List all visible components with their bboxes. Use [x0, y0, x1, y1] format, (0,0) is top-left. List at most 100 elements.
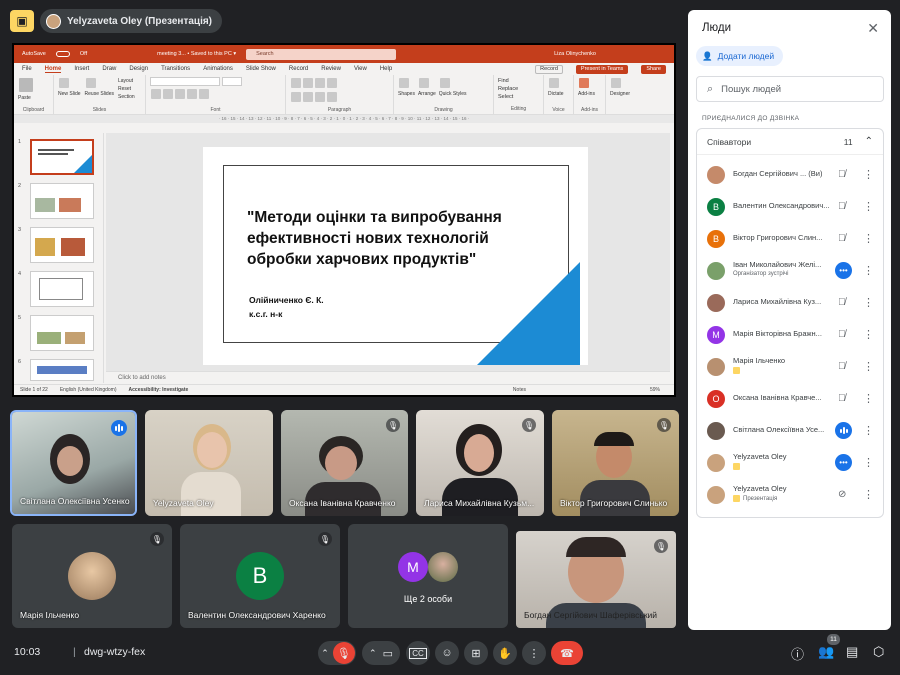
- leave-call-button[interactable]: ☎: [551, 641, 583, 665]
- designer-icon[interactable]: [611, 78, 621, 88]
- menu-view[interactable]: View: [354, 66, 367, 72]
- mic-off-icon[interactable]: 🎙̸: [838, 393, 846, 404]
- more-vert-icon[interactable]: ⋮: [863, 232, 874, 245]
- slide-thumbnail-5[interactable]: [30, 315, 94, 351]
- participant-tile[interactable]: Yelyzaveta Oley: [145, 410, 273, 516]
- mic-off-icon[interactable]: 🎙̸: [838, 201, 846, 212]
- share-button[interactable]: Share: [641, 64, 666, 74]
- participant-row[interactable]: В Віктор Григорович Слин... 🎙̸ ⋮: [697, 223, 883, 255]
- reset-button[interactable]: Reset: [118, 85, 135, 93]
- menu-record[interactable]: Record: [289, 66, 308, 72]
- font-color-icon[interactable]: [199, 89, 209, 99]
- more-vert-icon[interactable]: ⋮: [863, 392, 874, 405]
- mic-control[interactable]: ⌃ 🎙: [318, 641, 356, 665]
- layout-button[interactable]: Layout: [118, 77, 135, 85]
- menu-file[interactable]: File: [22, 66, 32, 72]
- presentation-off-icon[interactable]: ⊘: [838, 489, 846, 500]
- arrange-icon[interactable]: [418, 78, 429, 88]
- menu-insert[interactable]: Insert: [74, 66, 89, 72]
- zoom-level[interactable]: 59%: [650, 387, 660, 393]
- raise-hand-button[interactable]: ✋: [493, 641, 517, 665]
- strike-icon[interactable]: [187, 89, 197, 99]
- ppt-search-box[interactable]: Search: [246, 48, 397, 60]
- more-vert-icon[interactable]: ⋮: [863, 328, 874, 341]
- numbering-icon[interactable]: [303, 78, 313, 88]
- participant-row[interactable]: Іван Миколайович Желі... Організатор зус…: [697, 255, 883, 287]
- chevron-up-icon[interactable]: ⌃: [369, 648, 377, 659]
- align-left-icon[interactable]: [291, 92, 301, 102]
- mic-off-icon[interactable]: 🎙̸: [838, 361, 846, 372]
- select-button[interactable]: Select: [498, 93, 539, 101]
- font-name-field[interactable]: [150, 77, 220, 86]
- underline-icon[interactable]: [175, 89, 185, 99]
- menu-slide-show[interactable]: Slide Show: [246, 66, 276, 72]
- menu-design[interactable]: Design: [129, 66, 148, 72]
- participant-row[interactable]: В Валентин Олександрович... 🎙̸ ⋮: [697, 191, 883, 223]
- more-options-button[interactable]: ⋮: [522, 641, 546, 665]
- participant-row[interactable]: О Оксана Іванівна Кравче... 🎙̸ ⋮: [697, 383, 883, 415]
- reactions-button[interactable]: ☺: [435, 641, 459, 665]
- participant-row[interactable]: Світлана Олексіївна Усе... ⋮: [697, 415, 883, 447]
- notes-toggle[interactable]: Notes: [513, 387, 526, 393]
- more-vert-icon[interactable]: ⋮: [863, 264, 874, 277]
- participant-tile[interactable]: 🎙 Віктор Григорович Слинько: [552, 410, 679, 516]
- group-header[interactable]: Співавтори 11 ⌃: [697, 129, 883, 155]
- record-button[interactable]: Record: [535, 64, 563, 74]
- present-in-teams-button[interactable]: Present in Teams: [575, 64, 629, 74]
- addins-icon[interactable]: [579, 78, 589, 88]
- chat-icon[interactable]: ▤: [846, 644, 858, 660]
- more-vert-icon[interactable]: ⋮: [863, 360, 874, 373]
- mic-off-icon[interactable]: 🎙̸: [838, 169, 846, 180]
- more-vert-icon[interactable]: ⋮: [863, 296, 874, 309]
- justify-icon[interactable]: [327, 92, 337, 102]
- mic-off-icon[interactable]: 🎙̸: [838, 297, 846, 308]
- slide-thumbnail-3[interactable]: [30, 227, 94, 263]
- slide-thumbnail-6[interactable]: [30, 359, 94, 381]
- more-vert-icon[interactable]: ⋮: [863, 488, 874, 501]
- notes-pane[interactable]: Click to add notes: [106, 371, 670, 384]
- more-horiz-icon[interactable]: •••: [835, 262, 852, 279]
- participant-row[interactable]: М Марія Вікторівна Бражн... 🎙̸ ⋮: [697, 319, 883, 351]
- participant-row[interactable]: Марія Ільченко 🎙̸ ⋮: [697, 351, 883, 383]
- participant-row[interactable]: Yelyzaveta Oley ••• ⋮: [697, 447, 883, 479]
- participant-row[interactable]: Лариса Михайлівна Куз... 🎙̸ ⋮: [697, 287, 883, 319]
- participant-tile[interactable]: Світлана Олексіївна Усенко: [10, 410, 137, 516]
- find-button[interactable]: Find: [498, 77, 539, 85]
- more-vert-icon[interactable]: ⋮: [863, 424, 874, 437]
- mic-off-icon[interactable]: 🎙̸: [838, 329, 846, 340]
- indent-icon[interactable]: [315, 78, 325, 88]
- menu-home[interactable]: Home: [44, 66, 62, 73]
- participant-row[interactable]: Yelyzaveta Oley Презентація ⊘ ⋮: [697, 479, 883, 511]
- more-participants-tile[interactable]: M Ще 2 особи: [348, 524, 508, 628]
- dictate-icon[interactable]: [549, 78, 559, 88]
- slide-thumbnail-4[interactable]: [30, 271, 94, 307]
- participant-tile[interactable]: 🎙 Марія Ільченко: [12, 524, 172, 628]
- bullets-icon[interactable]: [291, 78, 301, 88]
- menu-review[interactable]: Review: [321, 66, 341, 72]
- chevron-up-icon[interactable]: ⌃: [321, 648, 329, 659]
- more-horiz-icon[interactable]: •••: [835, 454, 852, 471]
- present-button[interactable]: ⊞: [464, 641, 488, 665]
- slide-thumbnail-2[interactable]: [30, 183, 94, 219]
- align-center-icon[interactable]: [303, 92, 313, 102]
- activities-icon[interactable]: ⬡: [873, 644, 884, 660]
- participant-row[interactable]: Богдан Сергійович ... (Ви) 🎙̸ ⋮: [697, 159, 883, 191]
- camera-icon[interactable]: ▭: [383, 647, 393, 660]
- people-search-input[interactable]: ⌕ Пошук людей: [696, 76, 884, 102]
- ppt-user-name[interactable]: Liza Olinychenko: [554, 51, 596, 57]
- menu-transitions[interactable]: Transitions: [161, 66, 190, 72]
- line-spacing-icon[interactable]: [327, 78, 337, 88]
- accessibility-status[interactable]: Accessibility: Investigate: [129, 387, 189, 393]
- new-slide-icon[interactable]: [59, 78, 69, 88]
- presentation-icon[interactable]: ▣: [10, 10, 34, 32]
- italic-icon[interactable]: [163, 89, 173, 99]
- replace-button[interactable]: Replace: [498, 85, 539, 93]
- font-size-field[interactable]: [221, 77, 242, 86]
- people-icon[interactable]: 👥: [818, 644, 834, 660]
- bold-icon[interactable]: [151, 89, 161, 99]
- info-icon[interactable]: ⓘ: [791, 644, 804, 663]
- section-button[interactable]: Section: [118, 93, 135, 101]
- menu-help[interactable]: Help: [380, 66, 392, 72]
- file-name[interactable]: meeting 3... • Saved to this PC ▾: [157, 51, 236, 57]
- shapes-icon[interactable]: [399, 78, 409, 88]
